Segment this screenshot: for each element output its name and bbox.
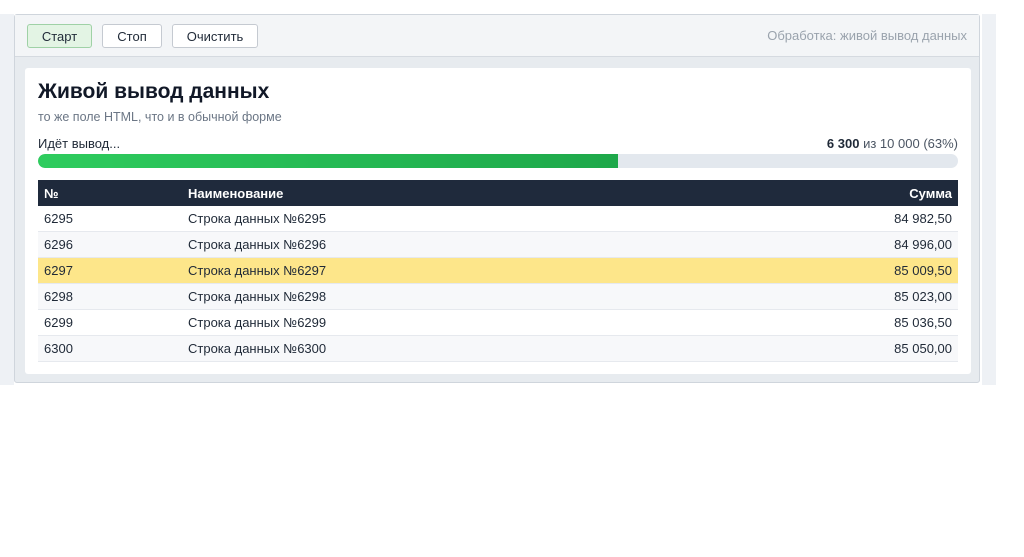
stop-button[interactable]: Стоп	[102, 24, 162, 48]
progress-bar	[38, 154, 958, 168]
start-button[interactable]: Старт	[27, 24, 92, 48]
row-number: 6298	[38, 283, 182, 310]
table-row: 6295 Строка данных №6295 84 982,50	[38, 206, 958, 232]
column-header-name: Наименование	[182, 180, 694, 206]
app-window: Старт Стоп Очистить Обработка: живой выв…	[14, 14, 980, 383]
row-name: Строка данных №6297	[182, 257, 694, 284]
column-header-sum: Сумма	[694, 180, 958, 206]
row-name: Строка данных №6295	[182, 206, 694, 232]
table-row: 6299 Строка данных №6299 85 036,50	[38, 309, 958, 336]
row-name: Строка данных №6300	[182, 335, 694, 362]
row-number: 6296	[38, 231, 182, 258]
page-subtitle: то же поле HTML, что и в обычной форме	[38, 110, 282, 124]
progress-bar-fill	[38, 154, 618, 168]
progress-total: 10 000	[879, 136, 920, 151]
row-number: 6300	[38, 335, 182, 362]
toolbar: Старт Стоп Очистить Обработка: живой выв…	[15, 15, 979, 57]
row-sum: 85 036,50	[694, 309, 958, 336]
toolbar-status-text: Обработка: живой вывод данных	[767, 28, 967, 43]
left-background-strip	[0, 14, 14, 385]
row-number: 6299	[38, 309, 182, 336]
row-number: 6297	[38, 257, 182, 284]
row-sum: 85 009,50	[694, 257, 958, 284]
row-sum: 84 996,00	[694, 231, 958, 258]
row-name: Строка данных №6299	[182, 309, 694, 336]
table-row: 6298 Строка данных №6298 85 023,00	[38, 283, 958, 310]
row-sum: 85 023,00	[694, 283, 958, 310]
clear-button[interactable]: Очистить	[172, 24, 258, 48]
data-table: № Наименование Сумма 6295 Строка данных …	[38, 180, 958, 362]
row-name: Строка данных №6296	[182, 231, 694, 258]
progress-label: Идёт вывод...	[38, 136, 121, 151]
row-name: Строка данных №6298	[182, 283, 694, 310]
right-background-strip	[982, 14, 996, 385]
progress-current: 6 300	[826, 136, 860, 151]
row-number: 6295	[38, 206, 182, 232]
row-sum: 84 982,50	[694, 206, 958, 232]
progress-of-word: из	[863, 136, 877, 151]
page-title: Живой вывод данных	[38, 80, 270, 103]
progress-percent: (63%)	[923, 136, 958, 151]
table-row: 6296 Строка данных №6296 84 996,00	[38, 231, 958, 258]
table-row: 6300 Строка данных №6300 85 050,00	[38, 335, 958, 362]
row-sum: 85 050,00	[694, 335, 958, 362]
progress-count: 6 300 из 10 000 (63%)	[827, 136, 958, 151]
table-header-row: № Наименование Сумма	[38, 180, 958, 206]
table-row: 6297 Строка данных №6297 85 009,50	[38, 257, 958, 284]
output-panel: Живой вывод данных то же поле HTML, что …	[25, 68, 971, 374]
column-header-number: №	[38, 180, 182, 206]
